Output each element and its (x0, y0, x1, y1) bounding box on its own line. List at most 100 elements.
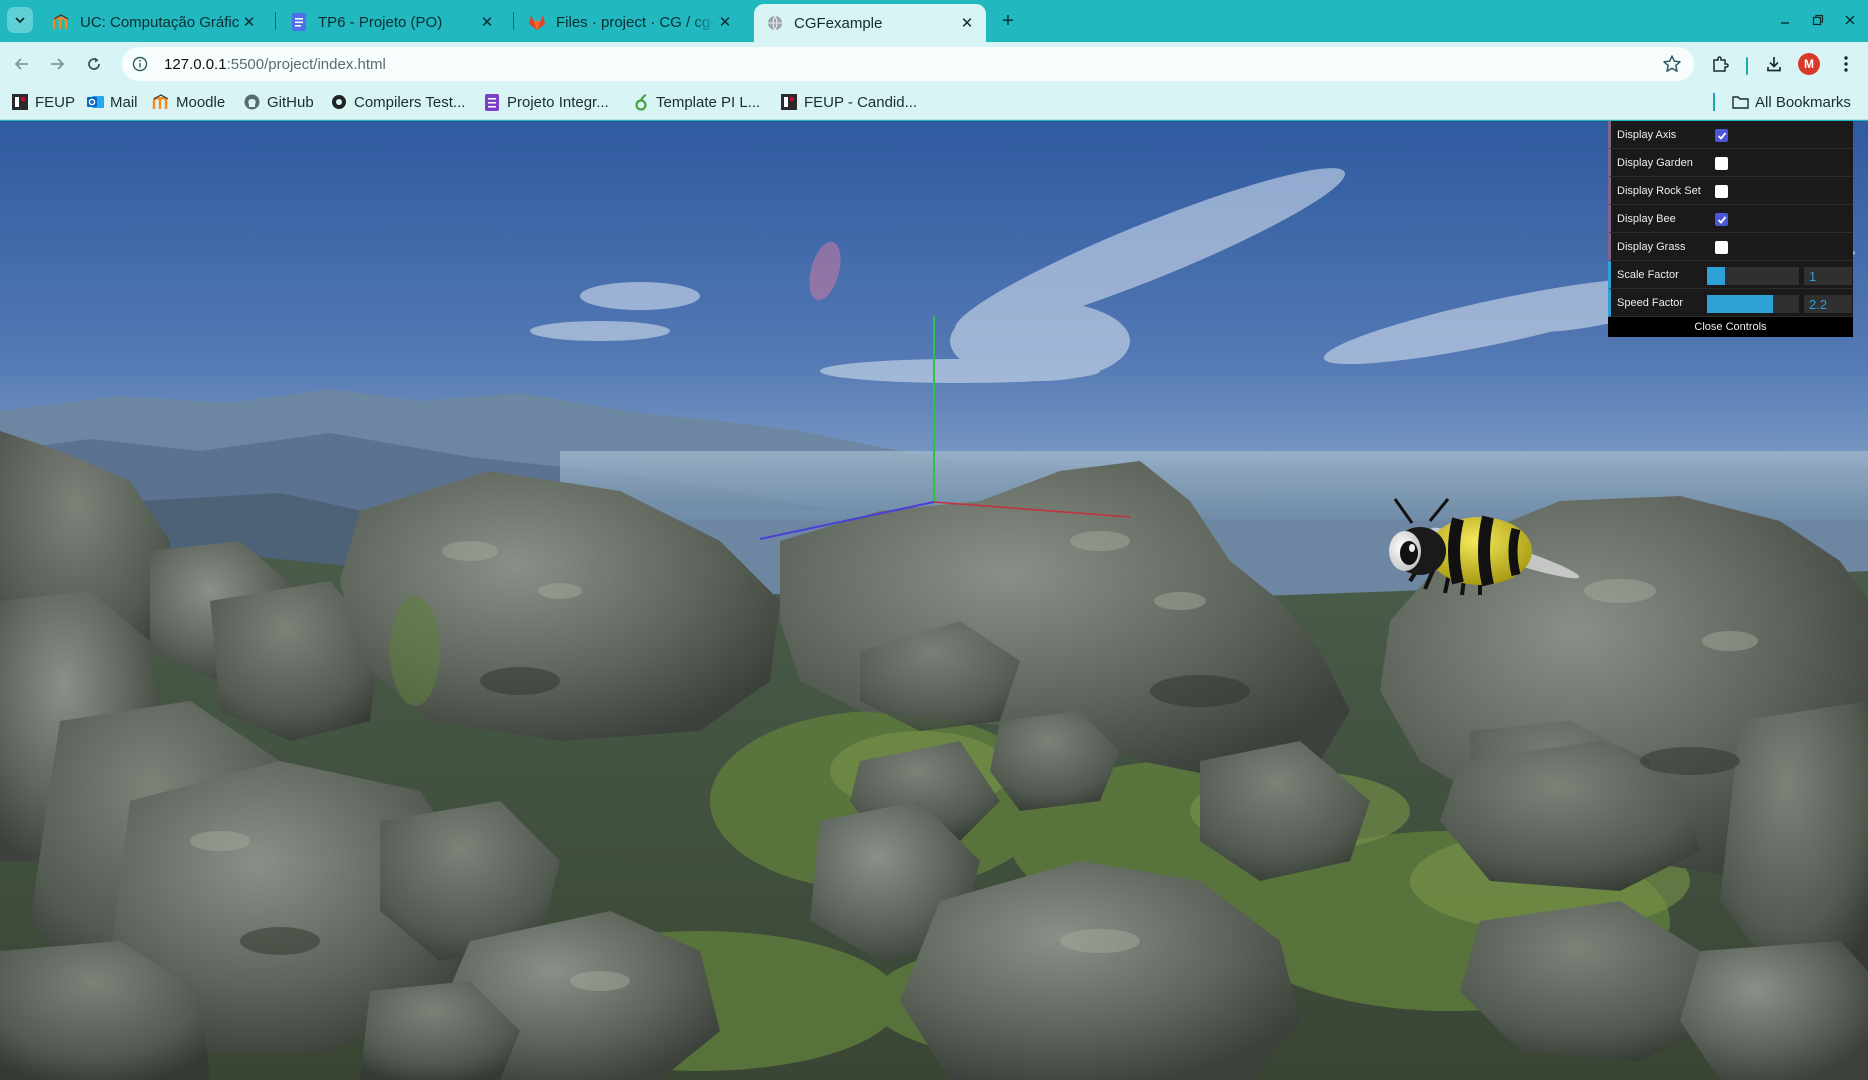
control-label: Display Grass (1617, 241, 1686, 253)
bookmark-template-pi[interactable]: Template PI L... (632, 90, 760, 114)
site-info-icon[interactable] (130, 54, 150, 74)
feup-icon (780, 93, 798, 111)
tab-gitlab-files[interactable]: Files · project · CG / cg-2 ✕ (516, 4, 744, 40)
bookmark-moodle[interactable]: Moodle (152, 90, 225, 114)
chevron-down-icon (15, 17, 25, 24)
control-label: Scale Factor (1617, 269, 1679, 281)
overleaf-icon (632, 93, 650, 111)
display-grass-checkbox[interactable] (1715, 241, 1728, 254)
forward-button[interactable] (43, 50, 71, 78)
bookmark-star-icon[interactable] (1662, 54, 1682, 74)
scene-render (0, 121, 1868, 1080)
reload-button[interactable] (80, 50, 108, 78)
all-bookmarks-button[interactable]: All Bookmarks (1731, 90, 1851, 114)
puzzle-icon (1713, 56, 1729, 72)
outlook-icon (86, 93, 104, 111)
bookmark-label: All Bookmarks (1755, 93, 1851, 111)
control-label: Display Rock Set (1617, 185, 1701, 197)
close-icon[interactable]: ✕ (716, 13, 734, 31)
close-icon[interactable]: ✕ (958, 14, 976, 32)
bookmark-feup-candid[interactable]: FEUP - Candid... (780, 90, 917, 114)
control-label: Speed Factor (1617, 297, 1684, 309)
slider-fill (1707, 267, 1726, 285)
tab-title: TP6 - Projeto (PO) (318, 13, 443, 31)
feup-icon (11, 93, 29, 111)
control-display-bee[interactable]: Display Bee (1608, 205, 1853, 233)
close-icon[interactable]: ✕ (478, 13, 496, 31)
speed-factor-slider[interactable] (1707, 295, 1799, 313)
control-display-grass[interactable]: Display Grass (1608, 233, 1853, 261)
checkmark-icon (1717, 131, 1726, 140)
back-button[interactable] (8, 50, 36, 78)
minimize-icon (1781, 22, 1789, 24)
address-bar[interactable]: 127.0.0.1:5500/project/index.html (122, 47, 1694, 81)
github-icon (243, 93, 261, 111)
checkmark-icon (1717, 215, 1726, 224)
reload-icon (88, 57, 100, 70)
downloads-button[interactable] (1760, 50, 1788, 78)
control-display-garden[interactable]: Display Garden (1608, 149, 1853, 177)
tab-uc-computacao[interactable]: UC: Computação Gráfica ✕ (40, 4, 268, 40)
webgl-canvas[interactable] (0, 121, 1868, 1080)
moodle-icon (52, 13, 70, 31)
controls-panel: Display Axis Display Garden Display Rock… (1608, 121, 1853, 337)
bookmark-label: FEUP (35, 93, 76, 111)
profile-avatar[interactable]: M (1798, 53, 1820, 75)
gitlab-icon (528, 13, 546, 31)
slider-fill (1707, 295, 1774, 313)
scale-factor-slider[interactable] (1707, 267, 1799, 285)
control-label: Display Garden (1617, 157, 1693, 169)
google-docs-icon (290, 13, 308, 31)
bookmark-compilers-test[interactable]: Compilers Test... (330, 90, 465, 114)
url-text: 127.0.0.1:5500/project/index.html (164, 56, 386, 73)
bookmark-label: Projeto Integr... (507, 93, 609, 111)
close-controls-button[interactable]: Close Controls (1608, 317, 1853, 337)
tab-tp6-projeto[interactable]: TP6 - Projeto (PO) ✕ (278, 4, 506, 40)
control-label: Display Bee (1617, 213, 1676, 225)
bookmark-label: Moodle (176, 93, 226, 111)
control-speed-factor[interactable]: Speed Factor 2.2 (1608, 289, 1853, 317)
globe-icon (766, 14, 784, 32)
extensions-button[interactable] (1706, 50, 1734, 78)
tab-title: UC: Computação Gráfica (80, 13, 240, 31)
speed-factor-input[interactable]: 2.2 (1804, 295, 1852, 313)
tab-strip: UC: Computação Gráfica ✕ TP6 - Projeto (… (0, 0, 1868, 42)
bookmark-feup[interactable]: FEUP (11, 90, 75, 114)
bookmark-label: Mail (110, 93, 138, 111)
restore-icon (1812, 14, 1824, 26)
url-path: :5500/project/index.html (226, 55, 386, 73)
toolbar-divider (1746, 57, 1748, 75)
bookmark-label: Template PI L... (656, 93, 761, 111)
minimize-button[interactable] (1772, 8, 1798, 32)
browser-toolbar: 127.0.0.1:5500/project/index.html M (0, 42, 1868, 84)
close-window-button[interactable] (1837, 8, 1863, 32)
tab-title: Files · project · CG / cg-2 (556, 13, 716, 31)
arrow-right-icon (51, 58, 65, 70)
bookmark-projeto-integr[interactable]: Projeto Integr... (483, 90, 609, 114)
tab-search-button[interactable] (7, 7, 33, 33)
display-garden-checkbox[interactable] (1715, 157, 1728, 170)
tab-title: CGFexample (794, 14, 883, 32)
forms-icon (483, 93, 501, 111)
new-tab-button[interactable]: + (996, 9, 1020, 33)
close-icon[interactable]: ✕ (240, 13, 258, 31)
compilers-icon (330, 93, 348, 111)
browser-menu-button[interactable] (1832, 50, 1860, 78)
control-label: Display Axis (1617, 129, 1677, 141)
display-rock-set-checkbox[interactable] (1715, 185, 1728, 198)
tab-separator (513, 12, 514, 30)
bookmark-mail[interactable]: Mail (86, 90, 138, 114)
tab-cgfexample[interactable]: CGFexample ✕ (754, 4, 986, 42)
close-icon (1845, 15, 1855, 25)
display-bee-checkbox[interactable] (1715, 213, 1728, 226)
moodle-icon (152, 93, 170, 111)
control-display-axis[interactable]: Display Axis (1608, 121, 1853, 149)
restore-button[interactable] (1805, 8, 1831, 32)
scale-factor-input[interactable]: 1 (1804, 267, 1852, 285)
control-display-rock-set[interactable]: Display Rock Set (1608, 177, 1853, 205)
bookmark-github[interactable]: GitHub (243, 90, 314, 114)
more-vertical-icon (1844, 56, 1848, 72)
url-host: 127.0.0.1 (164, 55, 227, 73)
control-scale-factor[interactable]: Scale Factor 1 (1608, 261, 1853, 289)
display-axis-checkbox[interactable] (1715, 129, 1728, 142)
